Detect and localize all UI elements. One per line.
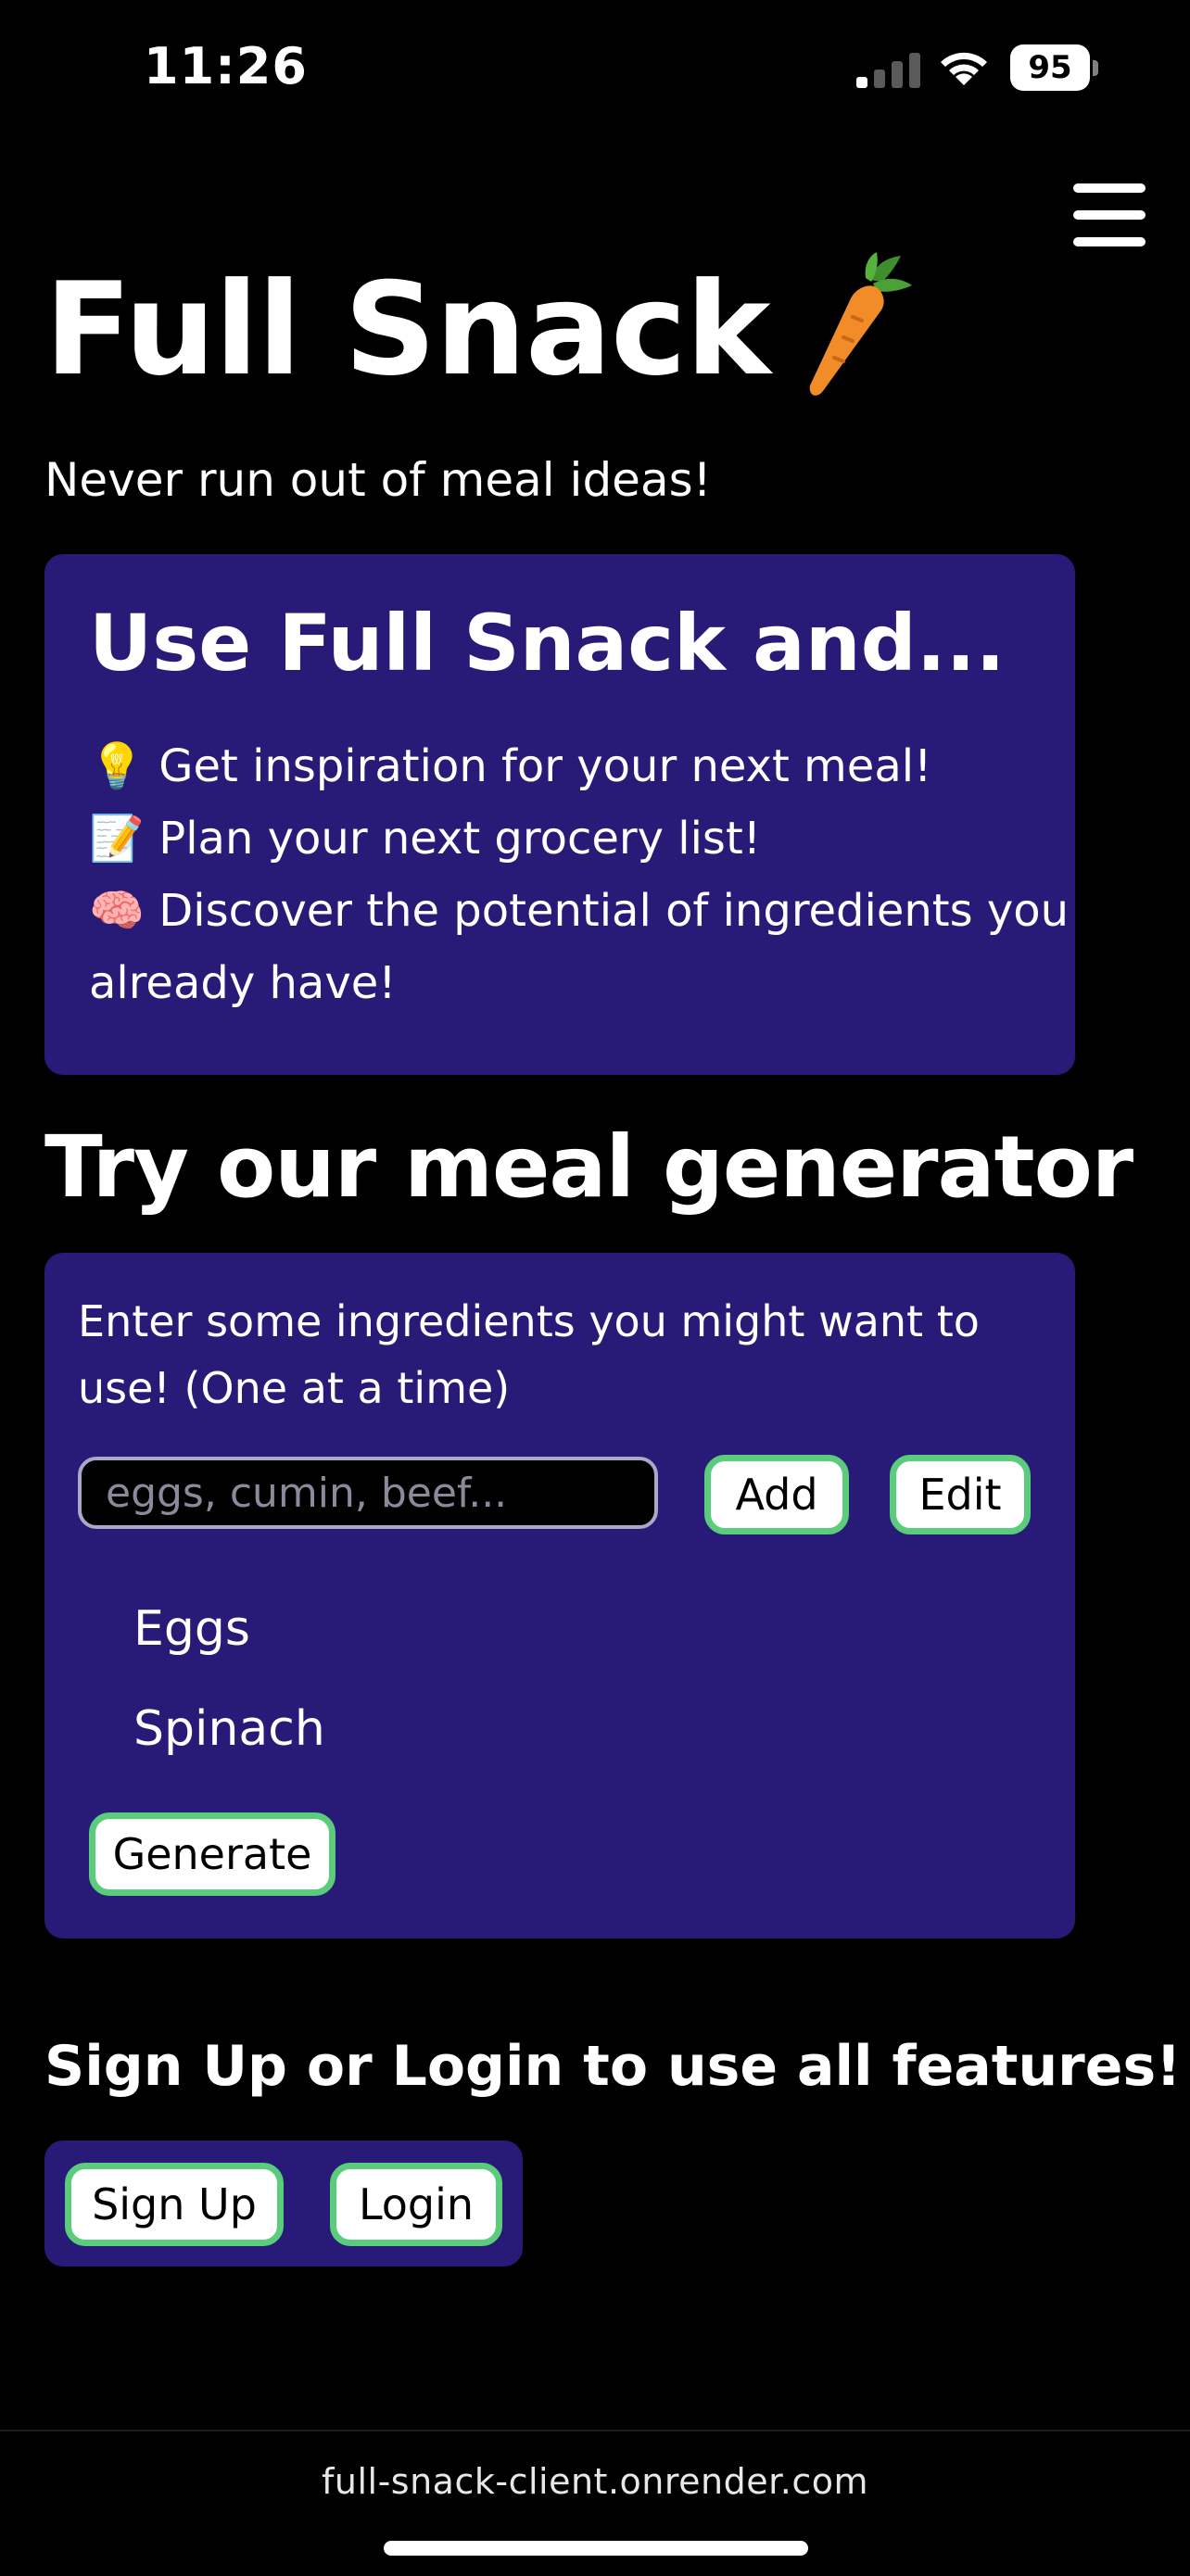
feature-text: Discover the potential of ingredients yo… xyxy=(89,885,1070,1009)
sign-up-button[interactable]: Sign Up xyxy=(65,2163,284,2246)
brain-icon: 🧠 xyxy=(89,885,145,937)
list-item: 📝 Plan your next grocery list! xyxy=(89,802,1071,875)
generate-button[interactable]: Generate xyxy=(89,1812,335,1896)
status-bar: 11:26 95 xyxy=(0,0,1190,139)
hamburger-menu-icon[interactable] xyxy=(1073,183,1146,248)
auth-heading: Sign Up or Login to use all features! xyxy=(44,2034,1182,2099)
tagline: Never run out of meal ideas! xyxy=(44,453,712,507)
login-button[interactable]: Login xyxy=(330,2163,502,2246)
features-card: Use Full Snack and... 💡 Get inspiration … xyxy=(44,554,1075,1075)
features-heading: Use Full Snack and... xyxy=(89,598,1006,688)
generator-card: Enter some ingredients you might want to… xyxy=(44,1253,1075,1938)
list-item: Eggs xyxy=(133,1601,250,1657)
auth-card: Sign Up Login xyxy=(44,2140,523,2267)
generator-title: Try our meal generator xyxy=(44,1118,1133,1217)
features-list: 💡 Get inspiration for your next meal! 📝 … xyxy=(89,730,1071,1019)
wifi-icon xyxy=(941,52,987,85)
carrot-icon xyxy=(809,252,912,396)
signal-icon xyxy=(856,53,920,88)
edit-button[interactable]: Edit xyxy=(890,1455,1031,1534)
memo-icon: 📝 xyxy=(89,813,145,865)
list-item: Spinach xyxy=(133,1701,325,1757)
browser-url-bar[interactable]: full-snack-client.onrender.com xyxy=(0,2430,1190,2576)
url-text[interactable]: full-snack-client.onrender.com xyxy=(0,2461,1190,2502)
ingredient-list: Eggs Spinach xyxy=(133,1579,325,1779)
home-indicator[interactable] xyxy=(384,2541,808,2556)
feature-text: Get inspiration for your next meal! xyxy=(158,740,932,792)
list-item: 🧠 Discover the potential of ingredients … xyxy=(89,875,1071,1019)
status-time: 11:26 xyxy=(144,37,308,95)
ingredient-input[interactable] xyxy=(78,1457,658,1529)
lightbulb-icon: 💡 xyxy=(89,740,145,792)
feature-text: Plan your next grocery list! xyxy=(158,813,761,865)
add-button[interactable]: Add xyxy=(704,1455,849,1534)
battery-level: 95 xyxy=(1010,44,1090,91)
battery-icon: 95 xyxy=(1010,44,1099,91)
generator-instructions: Enter some ingredients you might want to… xyxy=(78,1296,980,1413)
list-item: 💡 Get inspiration for your next meal! xyxy=(89,730,1071,802)
page-title: Full Snack xyxy=(44,255,771,404)
battery-tip xyxy=(1093,60,1098,76)
